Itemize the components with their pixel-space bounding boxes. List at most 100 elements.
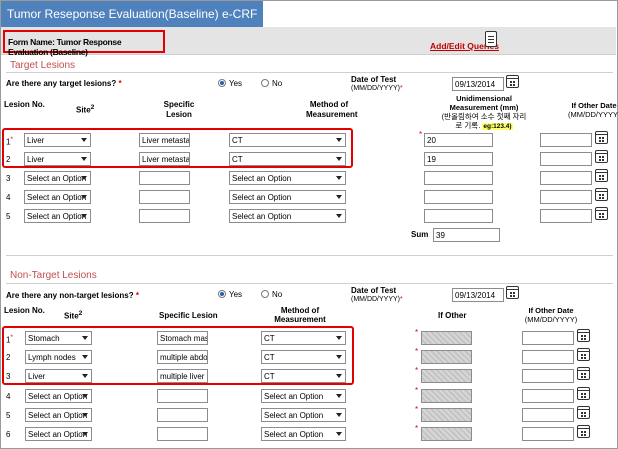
specific-lesion-input[interactable] <box>157 427 208 441</box>
specific-lesion-input[interactable] <box>139 209 190 223</box>
other-date-input[interactable] <box>522 331 574 345</box>
other-date-input[interactable] <box>522 389 574 403</box>
if-other-input[interactable] <box>421 389 472 403</box>
nontarget-highlight-box <box>2 326 354 385</box>
other-date-input[interactable] <box>540 133 592 147</box>
sum-label: Sum <box>411 230 429 239</box>
calendar-icon[interactable] <box>577 367 590 380</box>
col-method: Method of Measurement <box>274 306 326 324</box>
target-question: Are there any target lesions? * <box>6 79 122 88</box>
specific-lesion-input[interactable] <box>139 171 190 185</box>
form-name: Form Name: Tumor Response Evaluation (Ba… <box>3 30 165 57</box>
calendar-icon[interactable] <box>595 169 608 182</box>
if-other-input[interactable] <box>421 331 472 345</box>
specific-lesion-input[interactable] <box>157 408 208 422</box>
divider <box>6 255 613 256</box>
site-select[interactable]: Select an Option <box>25 408 92 422</box>
measurement-input[interactable] <box>424 171 493 185</box>
calendar-icon[interactable] <box>577 406 590 419</box>
sum-input[interactable]: 39 <box>433 228 500 242</box>
nontarget-no-label: No <box>272 290 283 299</box>
document-icon[interactable] <box>485 31 497 47</box>
calendar-icon[interactable] <box>577 348 590 361</box>
required-mark: * <box>415 328 419 337</box>
col-other-date: If Other Date (MM/DD/YYYY) <box>568 101 618 119</box>
calendar-icon[interactable] <box>595 207 608 220</box>
nontarget-question: Are there any non-target lesions? * <box>6 291 139 300</box>
if-other-input[interactable] <box>421 408 472 422</box>
site-select[interactable]: Select an Option <box>24 190 91 204</box>
specific-lesion-input[interactable] <box>139 190 190 204</box>
method-select[interactable]: Select an Option <box>261 427 346 441</box>
target-no-label: No <box>272 79 283 88</box>
if-other-input[interactable] <box>421 350 472 364</box>
required-mark: * <box>415 347 419 356</box>
col-other-date: If Other Date (MM/DD/YYYY) <box>524 306 578 324</box>
if-other-input[interactable] <box>421 369 472 383</box>
target-section-title: Target Lesions <box>10 60 76 71</box>
divider <box>6 72 613 73</box>
col-method: Method of Measurement <box>306 100 358 119</box>
method-select[interactable]: Select an Option <box>261 408 346 422</box>
method-select[interactable]: Select an Option <box>229 190 346 204</box>
measurement-input[interactable] <box>424 190 493 204</box>
nontarget-yes-label: Yes <box>229 290 243 299</box>
method-select[interactable]: Select an Option <box>261 389 346 403</box>
nontarget-no-radio[interactable] <box>261 290 269 298</box>
col-lesion-no: Lesion No. <box>4 100 45 109</box>
specific-lesion-input[interactable] <box>157 389 208 403</box>
site-select[interactable]: Select an Option <box>24 209 91 223</box>
target-date-input[interactable]: 09/13/2014 <box>452 77 504 91</box>
calendar-icon[interactable] <box>506 286 519 299</box>
other-date-input[interactable] <box>540 209 592 223</box>
calendar-icon[interactable] <box>506 75 519 88</box>
nontarget-date-format: (MM/DD/YYYY)* <box>351 296 403 303</box>
target-date-format: (MM/DD/YYYY)* <box>351 85 403 92</box>
col-site: Site2 <box>76 104 95 115</box>
col-if-other: If Other <box>438 311 467 320</box>
method-select[interactable]: Select an Option <box>229 209 346 223</box>
other-date-input[interactable] <box>522 350 574 364</box>
other-date-input[interactable] <box>522 369 574 383</box>
required-mark: * <box>415 366 419 375</box>
site-select[interactable]: Select an Option <box>24 171 91 185</box>
required-mark: * <box>415 405 419 414</box>
nontarget-yes-radio[interactable] <box>218 290 226 298</box>
other-date-input[interactable] <box>540 152 592 166</box>
lesion-no: 5 <box>6 411 11 420</box>
required-mark: * <box>415 386 419 395</box>
lesion-no: 3 <box>6 174 11 183</box>
target-highlight-box <box>2 128 353 168</box>
nontarget-section-title: Non-Target Lesions <box>10 270 97 281</box>
target-date-label: Date of Test <box>351 75 397 84</box>
measurement-input[interactable] <box>424 209 493 223</box>
required-mark: * <box>419 130 423 139</box>
method-select[interactable]: Select an Option <box>229 171 346 185</box>
page-title: Tumor Reseponse Evaluation(Baseline) e-C… <box>1 1 263 27</box>
target-no-radio[interactable] <box>261 79 269 87</box>
required-mark: * <box>415 424 419 433</box>
divider <box>6 283 613 284</box>
site-select[interactable]: Select an Option <box>25 427 92 441</box>
calendar-icon[interactable] <box>577 425 590 438</box>
calendar-icon[interactable] <box>577 329 590 342</box>
measurement-input[interactable]: 19 <box>424 152 493 166</box>
other-date-input[interactable] <box>540 190 592 204</box>
nontarget-date-label: Date of Test <box>351 286 397 295</box>
calendar-icon[interactable] <box>595 131 608 144</box>
site-select[interactable]: Select an Option <box>25 389 92 403</box>
col-unidimensional: Unidimensional Measurement (mm) (반올림하여 소… <box>441 94 527 130</box>
target-yes-label: Yes <box>229 79 243 88</box>
calendar-icon[interactable] <box>595 150 608 163</box>
calendar-icon[interactable] <box>577 387 590 400</box>
calendar-icon[interactable] <box>595 188 608 201</box>
if-other-input[interactable] <box>421 427 472 441</box>
measurement-input[interactable]: 20 <box>424 133 493 147</box>
nontarget-date-input[interactable]: 09/13/2014 <box>452 288 504 302</box>
other-date-input[interactable] <box>522 427 574 441</box>
other-date-input[interactable] <box>540 171 592 185</box>
lesion-no: 4 <box>6 193 11 202</box>
other-date-input[interactable] <box>522 408 574 422</box>
target-yes-radio[interactable] <box>218 79 226 87</box>
col-specific-lesion: Specific Lesion <box>163 100 195 119</box>
